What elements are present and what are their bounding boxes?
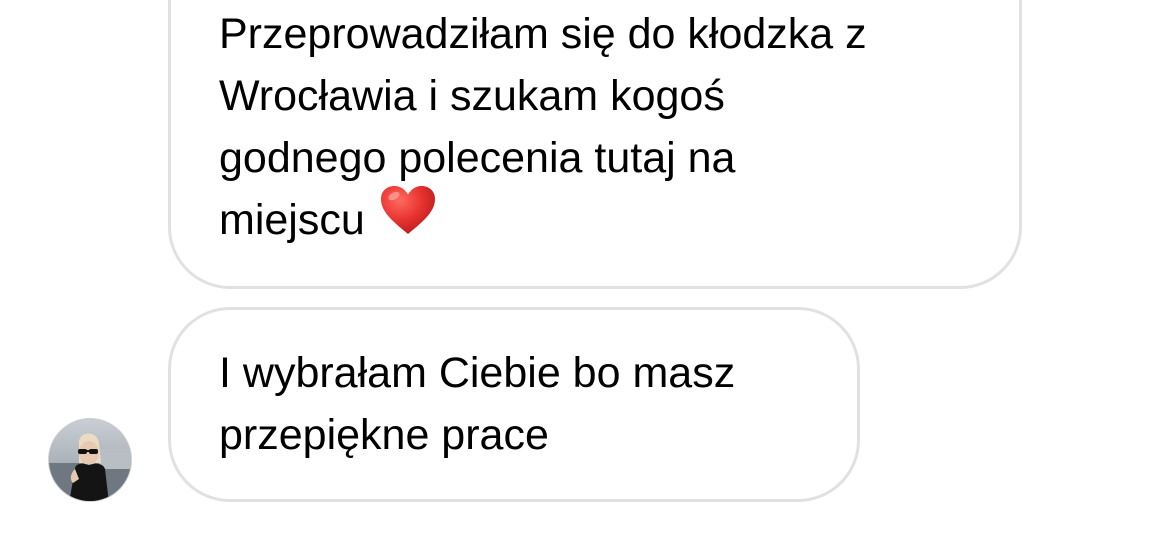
message-1-line-4: miejscu xyxy=(219,186,1019,253)
message-bubble-1[interactable]: Przeprowadziłam się do kłodzka z Wrocław… xyxy=(168,0,1022,289)
avatar-photo-icon xyxy=(49,419,131,501)
message-1-line-4-text: miejscu xyxy=(219,196,365,244)
sender-avatar[interactable] xyxy=(48,418,132,502)
message-1-line-1: Przeprowadziłam się do kłodzka z xyxy=(219,10,867,58)
message-2-line-2: przepiękne prace xyxy=(219,411,549,459)
red-heart-icon xyxy=(379,184,437,253)
message-2-line-1: I wybrałam Ciebie bo masz xyxy=(219,349,736,397)
message-1-line-3: godnego polecenia tutaj na xyxy=(219,134,736,182)
message-1-line-2: Wrocławia i szukam kogoś xyxy=(219,72,725,120)
message-bubble-2[interactable]: I wybrałam Ciebie bo masz przepiękne pra… xyxy=(168,307,860,502)
